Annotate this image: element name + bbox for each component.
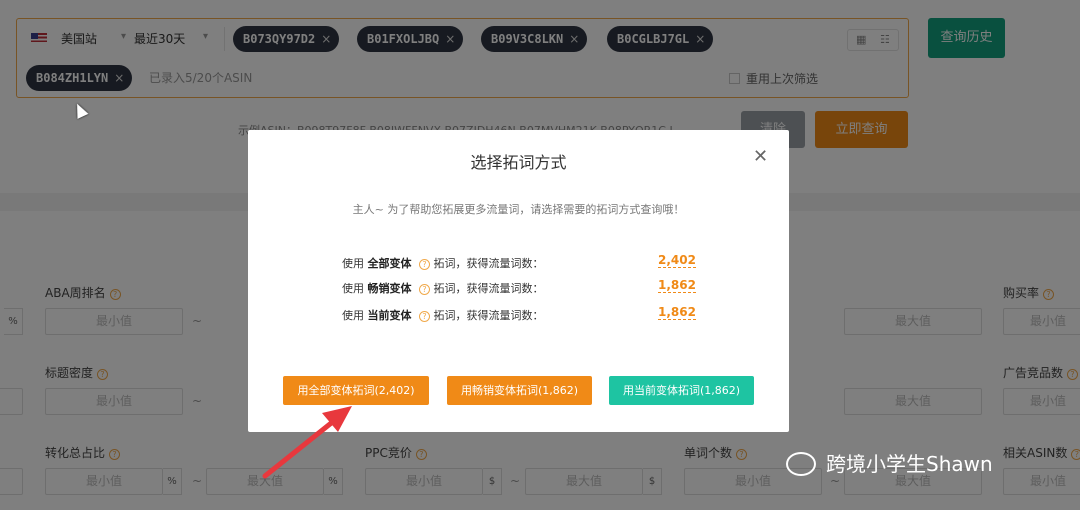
watermark: 跨境小学生Shawn (786, 448, 993, 477)
annotation-arrow-icon (262, 406, 352, 479)
wechat-icon (786, 452, 816, 476)
